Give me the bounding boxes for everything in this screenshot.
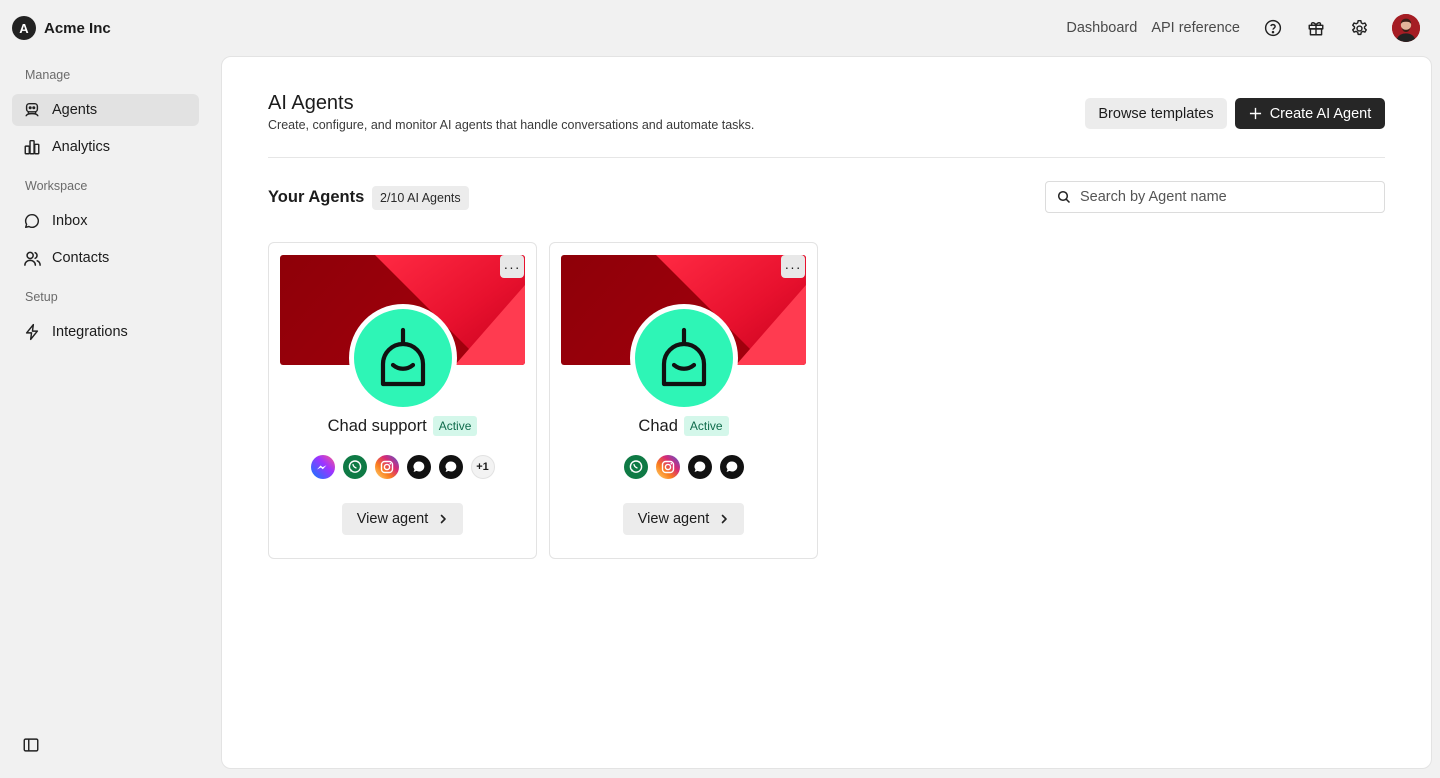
channel-list <box>550 455 817 479</box>
main-panel: AI Agents Create, configure, and monitor… <box>221 56 1432 769</box>
browse-templates-label: Browse templates <box>1098 105 1214 122</box>
bot-face-icon <box>661 327 707 387</box>
agent-search[interactable] <box>1045 181 1385 213</box>
top-right-nav: Dashboard API reference <box>1066 12 1420 44</box>
messenger-icon <box>310 455 335 479</box>
create-agent-button[interactable]: Create AI Agent <box>1235 98 1385 129</box>
users-icon <box>22 248 42 268</box>
whatsapp-icon <box>623 455 648 479</box>
agent-card[interactable]: ··· Chad support Active +1 View agent <box>268 242 537 559</box>
instagram-icon <box>655 455 680 479</box>
sidebar-section-setup: Setup <box>25 290 58 304</box>
org-name: Acme Inc <box>44 19 111 37</box>
search-input[interactable] <box>1080 189 1370 205</box>
agent-count-badge: 2/10 AI Agents <box>372 186 469 210</box>
header-divider <box>268 157 1385 158</box>
page-title: AI Agents <box>268 92 354 114</box>
chat-channel-icon <box>438 455 463 479</box>
view-agent-button[interactable]: View agent <box>623 503 744 535</box>
create-agent-label: Create AI Agent <box>1269 105 1372 122</box>
org-switcher[interactable]: A Acme Inc <box>12 16 111 40</box>
api-reference-link[interactable]: API reference <box>1151 20 1240 36</box>
chat-bubble-icon <box>22 211 42 231</box>
sidebar: Manage Agents Analytics Workspace Inbox … <box>0 56 212 778</box>
agent-avatar <box>349 304 457 412</box>
whatsapp-icon <box>342 455 367 479</box>
sidebar-item-label: Agents <box>52 102 98 118</box>
status-badge: Active <box>683 416 729 436</box>
bar-chart-icon <box>22 137 42 157</box>
search-icon <box>1057 190 1071 204</box>
top-bar: A Acme Inc Dashboard API reference <box>0 0 1440 56</box>
sidebar-item-agents[interactable]: Agents <box>12 94 199 126</box>
dashboard-link[interactable]: Dashboard <box>1066 20 1137 36</box>
channel-list: +1 <box>269 455 536 479</box>
robot-icon <box>22 100 42 120</box>
sidebar-item-analytics[interactable]: Analytics <box>12 131 199 163</box>
page-subtitle: Create, configure, and monitor AI agents… <box>268 118 755 132</box>
view-agent-label: View agent <box>356 511 429 527</box>
sidebar-toggle-icon[interactable] <box>22 736 40 754</box>
more-horizontal-icon: ··· <box>784 258 802 275</box>
sidebar-section-manage: Manage <box>25 68 71 82</box>
lightning-icon <box>22 322 42 342</box>
plus-icon <box>1249 107 1262 120</box>
sidebar-item-label: Inbox <box>52 213 88 229</box>
view-agent-label: View agent <box>637 511 710 527</box>
status-badge: Active <box>432 416 478 436</box>
sidebar-item-label: Integrations <box>52 324 128 340</box>
view-agent-button[interactable]: View agent <box>342 503 463 535</box>
sidebar-item-contacts[interactable]: Contacts <box>12 242 199 274</box>
chevron-right-icon <box>719 514 729 524</box>
sidebar-item-inbox[interactable]: Inbox <box>12 205 199 237</box>
more-channels-badge: +1 <box>470 455 495 479</box>
chat-channel-icon <box>406 455 431 479</box>
chat-channel-icon <box>687 455 712 479</box>
sidebar-item-integrations[interactable]: Integrations <box>12 316 199 348</box>
org-avatar: A <box>12 16 36 40</box>
sidebar-section-workspace: Workspace <box>25 179 88 193</box>
instagram-icon <box>374 455 399 479</box>
settings-icon[interactable] <box>1349 18 1369 38</box>
help-icon[interactable] <box>1263 18 1283 38</box>
card-menu-button[interactable]: ··· <box>500 255 524 278</box>
card-menu-button[interactable]: ··· <box>781 255 805 278</box>
agent-card[interactable]: ··· Chad Active View agent <box>549 242 818 559</box>
agents-section-title: Your Agents <box>268 188 365 206</box>
chevron-right-icon <box>438 514 448 524</box>
sidebar-item-label: Contacts <box>52 250 110 266</box>
chat-channel-icon <box>719 455 744 479</box>
gift-icon[interactable] <box>1306 18 1326 38</box>
browse-templates-button[interactable]: Browse templates <box>1085 98 1227 129</box>
user-avatar[interactable] <box>1392 14 1420 42</box>
agent-name: Chad <box>638 416 678 435</box>
agent-avatar <box>630 304 738 412</box>
more-horizontal-icon: ··· <box>503 258 521 275</box>
agent-name: Chad support <box>327 416 427 435</box>
sidebar-item-label: Analytics <box>52 139 111 155</box>
bot-face-icon <box>380 327 426 387</box>
